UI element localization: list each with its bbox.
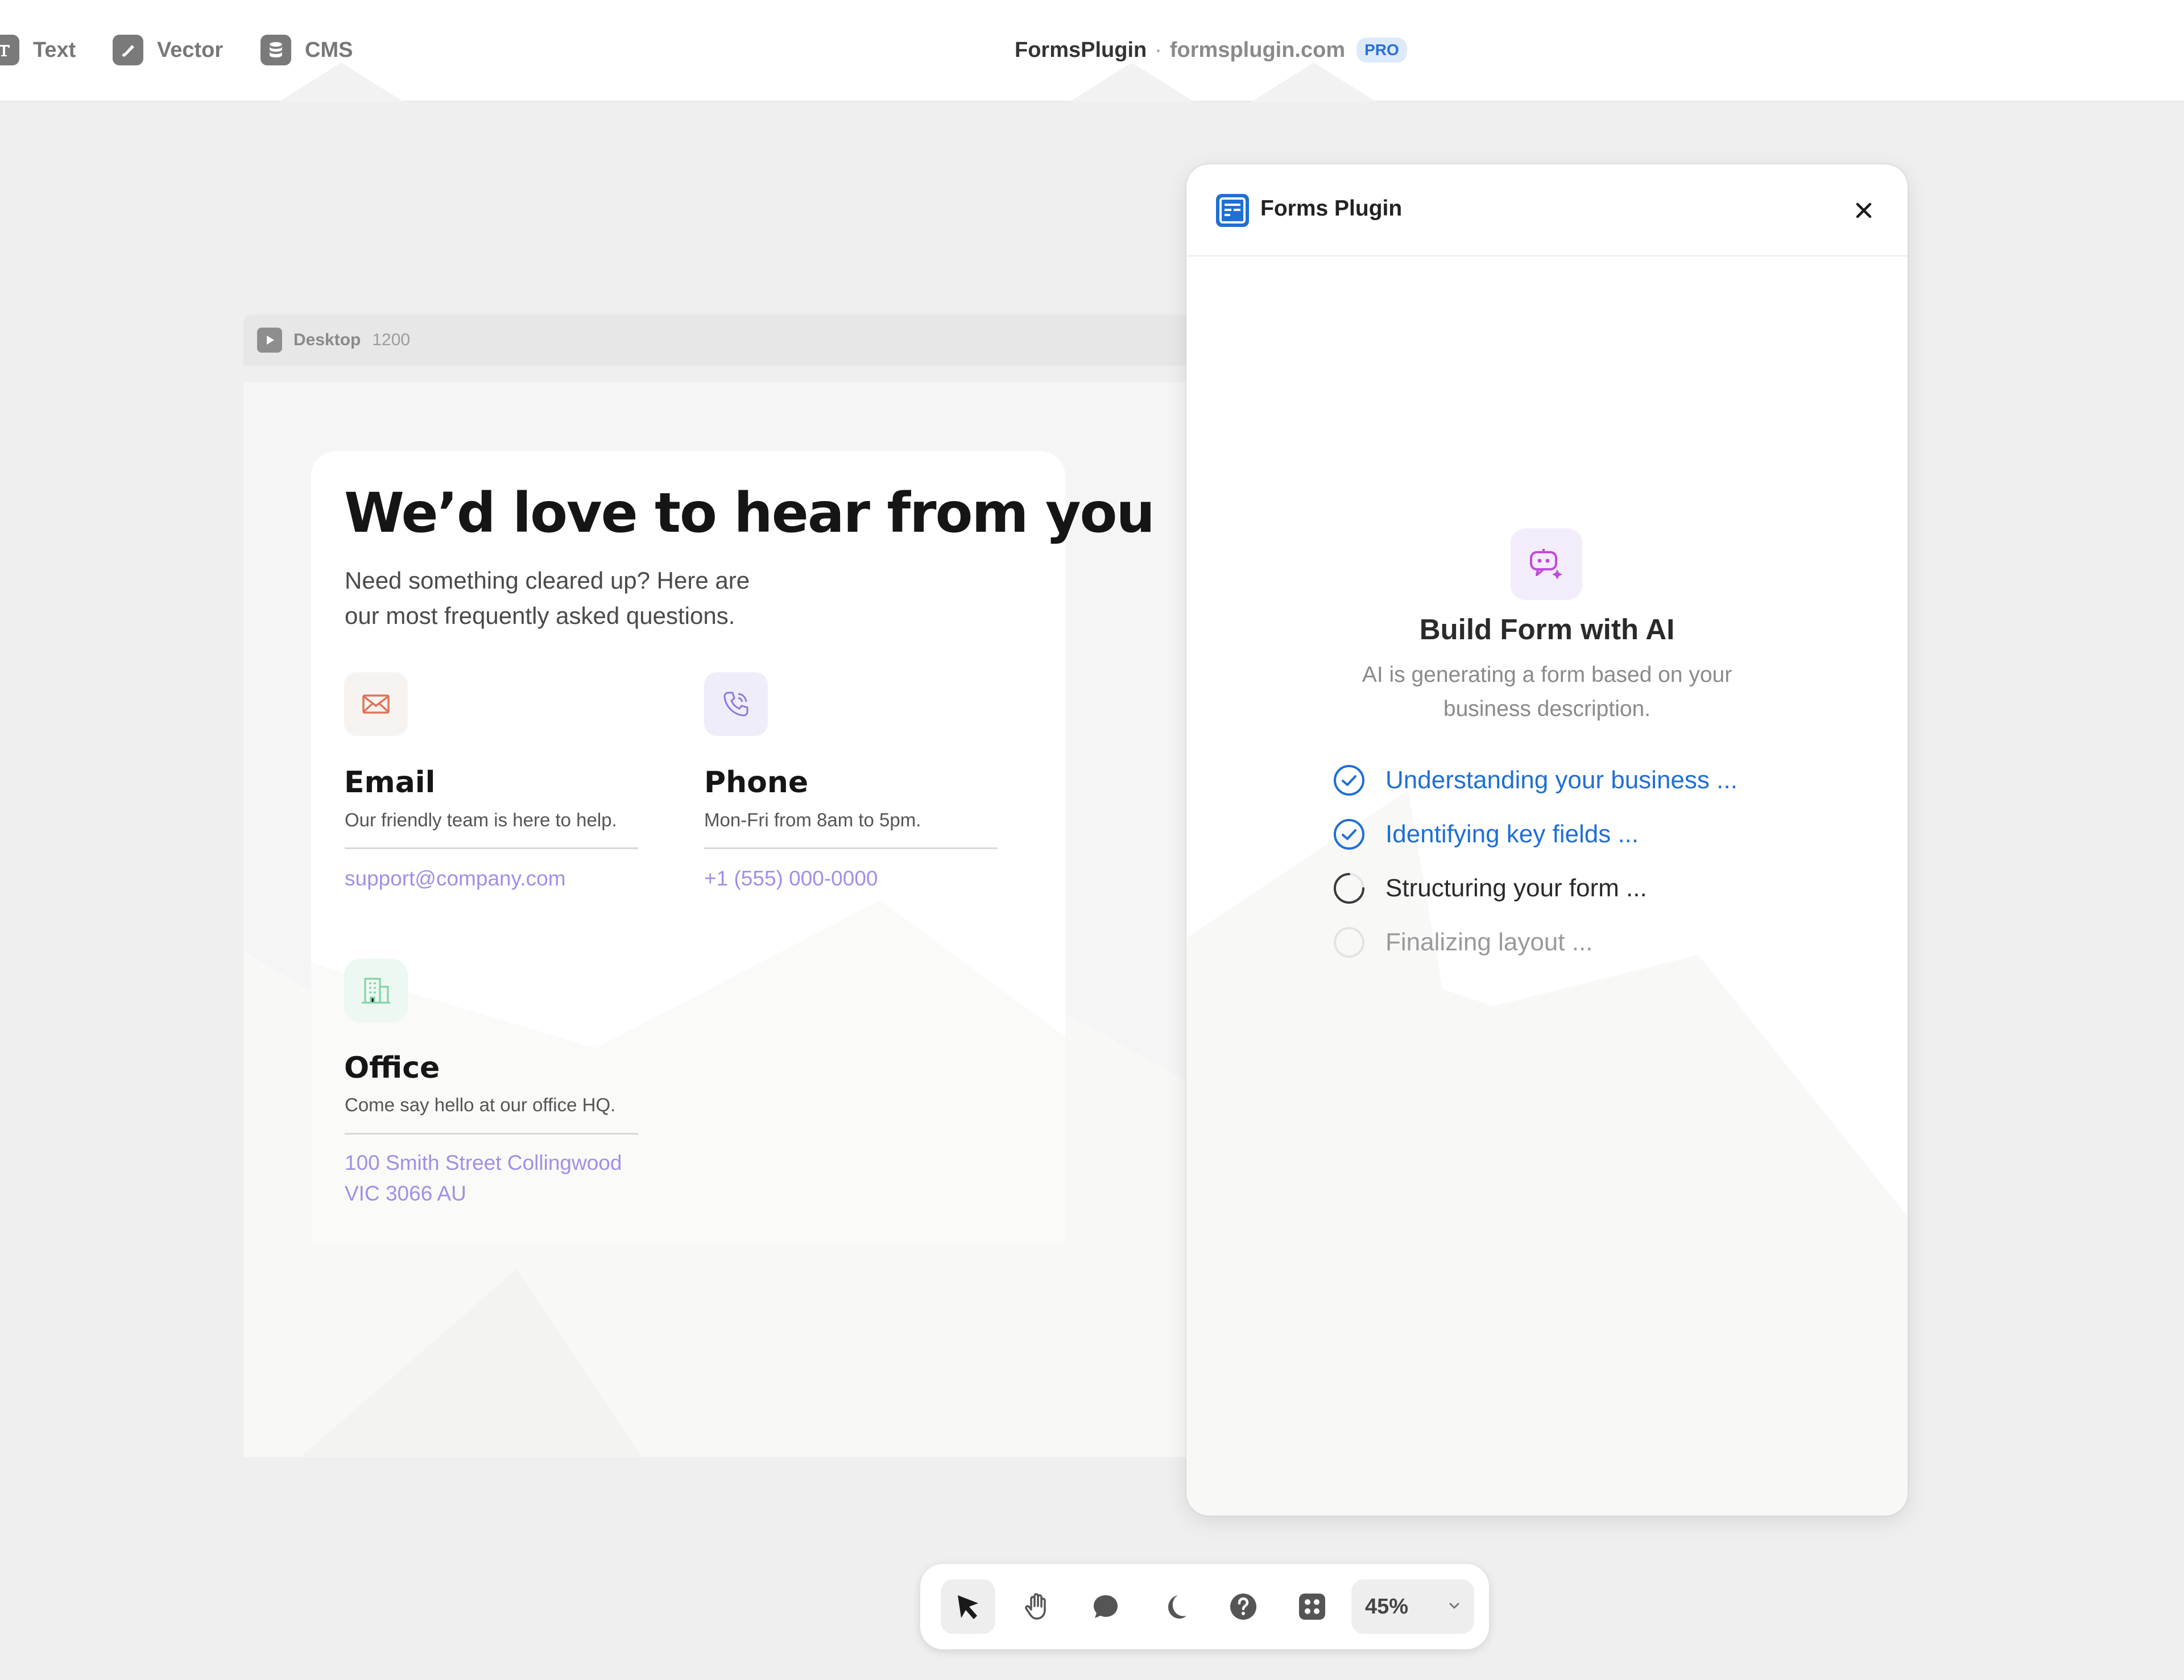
cms-tool-button[interactable]: CMS bbox=[260, 33, 353, 67]
plugins-button[interactable] bbox=[1285, 1579, 1339, 1634]
forms-plugin-logo-icon bbox=[1216, 194, 1249, 227]
vector-tool-icon bbox=[113, 35, 143, 65]
office-divider bbox=[345, 1133, 638, 1135]
building-icon bbox=[344, 959, 408, 1023]
office-address-link[interactable]: 100 Smith Street Collingwood VIC 3066 AU bbox=[345, 1148, 652, 1209]
select-tool-button[interactable] bbox=[941, 1579, 995, 1634]
select-cursor-icon bbox=[958, 1595, 978, 1619]
forms-plugin-panel: Forms Plugin Build Form with AI AI is ge… bbox=[1186, 164, 1908, 1516]
phone-divider bbox=[704, 847, 998, 849]
email-divider bbox=[345, 847, 638, 849]
project-title[interactable]: FormsPlugin · formsplugin.com PRO bbox=[1015, 33, 1407, 67]
check-circle-icon bbox=[1332, 817, 1366, 851]
office-description: Come say hello at our office HQ. bbox=[345, 1094, 616, 1115]
panel-title: Forms Plugin bbox=[1260, 196, 1403, 221]
card-title: We’d love to hear from you bbox=[344, 481, 1155, 545]
project-domain: formsplugin.com bbox=[1169, 38, 1346, 62]
plugins-grid-icon bbox=[1299, 1594, 1325, 1620]
step-label: Identifying key fields ... bbox=[1385, 820, 1639, 848]
office-title: Office bbox=[344, 1051, 440, 1085]
step-finalizing-layout: Finalizing layout ... bbox=[1332, 924, 1592, 961]
hand-tool-button[interactable] bbox=[1010, 1579, 1064, 1634]
zoom-select[interactable]: 45% bbox=[1351, 1579, 1474, 1634]
step-identifying-fields: Identifying key fields ... bbox=[1332, 816, 1639, 853]
chevron-down-icon bbox=[1449, 1603, 1459, 1609]
pro-badge: PRO bbox=[1356, 38, 1407, 63]
text-tool-button[interactable]: Text bbox=[0, 33, 76, 67]
project-name: FormsPlugin bbox=[1015, 38, 1147, 62]
text-tool-icon bbox=[0, 35, 19, 65]
title-separator: · bbox=[1155, 38, 1162, 62]
help-button[interactable] bbox=[1216, 1579, 1271, 1634]
frame-width: 1200 bbox=[372, 330, 411, 349]
ai-bot-icon bbox=[1511, 528, 1582, 600]
pending-circle-icon bbox=[1332, 925, 1366, 959]
panel-header: Forms Plugin bbox=[1186, 164, 1908, 256]
comment-tool-button[interactable] bbox=[1078, 1579, 1133, 1634]
step-understanding-business: Understanding your business ... bbox=[1332, 762, 1738, 798]
top-toolbar: Text Vector CMS FormsPlugin · formsplugi… bbox=[0, 0, 2184, 102]
cms-database-icon bbox=[260, 35, 291, 65]
close-icon[interactable] bbox=[1852, 198, 1876, 222]
frame-name: Desktop bbox=[293, 330, 361, 349]
bottom-toolbar: 45% bbox=[920, 1564, 1489, 1649]
phone-link[interactable]: +1 (555) 000-0000 bbox=[704, 863, 878, 894]
loading-spinner-icon bbox=[1332, 871, 1366, 905]
build-form-heading: Build Form with AI bbox=[1419, 613, 1675, 645]
vector-tool-label: Vector bbox=[157, 38, 224, 62]
email-description: Our friendly team is here to help. bbox=[345, 809, 617, 830]
email-title: Email bbox=[344, 765, 436, 800]
step-structuring-form: Structuring your form ... bbox=[1332, 870, 1647, 907]
theme-toggle-button[interactable] bbox=[1147, 1579, 1202, 1634]
check-circle-icon bbox=[1332, 763, 1366, 797]
dark-mode-moon-icon bbox=[1168, 1595, 1186, 1619]
phone-icon bbox=[704, 672, 768, 736]
comment-icon bbox=[1094, 1595, 1118, 1618]
step-label: Finalizing layout ... bbox=[1385, 928, 1593, 956]
build-form-description: AI is generating a form based on your bu… bbox=[1362, 663, 1732, 721]
hand-pan-icon bbox=[1025, 1593, 1046, 1620]
card-subtitle: Need something cleared up? Here are our … bbox=[345, 567, 750, 629]
step-label: Understanding your business ... bbox=[1385, 766, 1738, 794]
cms-tool-label: CMS bbox=[305, 38, 353, 62]
vector-tool-button[interactable]: Vector bbox=[113, 33, 223, 67]
step-label: Structuring your form ... bbox=[1385, 874, 1647, 902]
frame-label[interactable]: Desktop 1200 bbox=[243, 315, 1188, 366]
zoom-level: 45% bbox=[1365, 1594, 1409, 1619]
help-icon bbox=[1230, 1594, 1256, 1620]
mail-icon bbox=[344, 672, 408, 736]
play-icon[interactable] bbox=[257, 328, 282, 353]
email-link[interactable]: support@company.com bbox=[345, 863, 566, 894]
text-tool-label: Text bbox=[33, 38, 76, 62]
phone-title: Phone bbox=[704, 765, 809, 800]
phone-description: Mon-Fri from 8am to 5pm. bbox=[704, 809, 921, 830]
